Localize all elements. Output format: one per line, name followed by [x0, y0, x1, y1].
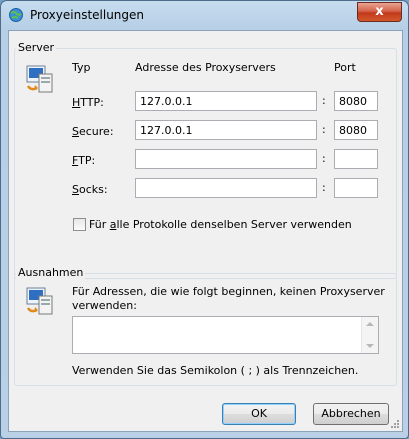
dialog-client-area: Server Typ Adresse des Proxyservers Port…: [8, 30, 403, 432]
globe-network-icon: [9, 8, 23, 22]
cancel-button[interactable]: Abbrechen: [313, 403, 389, 425]
ok-button[interactable]: OK: [222, 403, 296, 425]
same-server-checkbox[interactable]: [73, 218, 86, 231]
column-port-header: Port: [334, 61, 356, 74]
close-icon: x: [375, 4, 384, 19]
exceptions-group-label: Ausnahmen: [16, 266, 86, 279]
exceptions-hint: Verwenden Sie das Semikolon ( ; ) als Tr…: [72, 364, 359, 377]
socks-port-field[interactable]: [334, 178, 378, 198]
exceptions-scrollbar[interactable]: [361, 317, 378, 353]
scroll-up-icon[interactable]: [366, 322, 374, 326]
http-label: HTTP:: [72, 96, 104, 109]
ftp-label: FTP:: [72, 154, 96, 167]
scroll-down-icon[interactable]: [366, 344, 374, 348]
socks-address-field[interactable]: [135, 178, 317, 198]
resize-grip-icon[interactable]: [390, 419, 400, 429]
server-group-label: Server: [16, 41, 57, 54]
exceptions-description-line1: Für Adressen, die wie folgt beginnen, ke…: [72, 285, 385, 298]
secure-address-field[interactable]: [135, 120, 317, 140]
exceptions-description-line2: verwenden:: [72, 299, 137, 312]
column-address-header: Adresse des Proxyservers: [135, 61, 276, 74]
computer-network-icon: [26, 65, 53, 93]
http-port-field[interactable]: [334, 91, 378, 111]
close-button[interactable]: x: [357, 2, 402, 22]
secure-label: Secure:: [72, 125, 114, 138]
ftp-port-field[interactable]: [334, 149, 378, 169]
title-bar[interactable]: Proxyeinstellungen x: [1, 1, 408, 29]
secure-port-field[interactable]: [334, 120, 378, 140]
ftp-address-field[interactable]: [135, 149, 317, 169]
column-type-header: Typ: [72, 61, 91, 74]
ftp-colon: :: [322, 152, 326, 165]
same-server-label[interactable]: Für alle Protokolle denselben Server ver…: [89, 218, 352, 231]
window-title: Proxyeinstellungen: [30, 8, 145, 22]
socks-label: Socks:: [72, 183, 108, 196]
socks-colon: :: [322, 181, 326, 194]
http-colon: :: [322, 94, 326, 107]
exceptions-textarea[interactable]: [72, 316, 379, 354]
dialog-window: Proxyeinstellungen x Server Typ Adresse …: [0, 0, 409, 439]
computer-network-icon: [26, 287, 53, 315]
http-address-field[interactable]: [135, 91, 317, 111]
secure-colon: :: [322, 123, 326, 136]
